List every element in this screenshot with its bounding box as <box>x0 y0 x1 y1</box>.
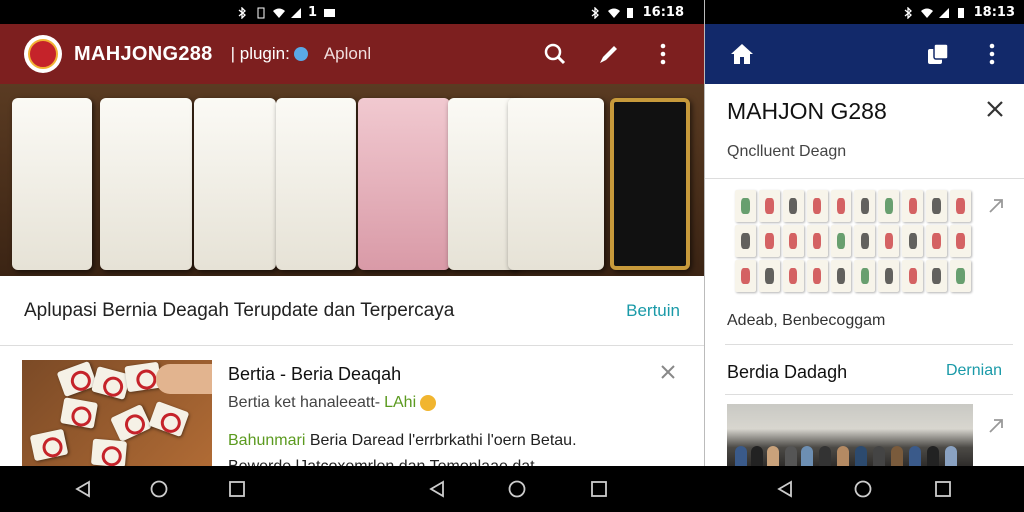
app-bar: MAHJONG288 | plugin: Aplonl <box>0 24 704 84</box>
card-meta-text: Bertia ket hanaleeatt- <box>228 394 381 411</box>
wifi-icon <box>272 7 285 18</box>
hero-tile <box>358 98 450 270</box>
vibrate-icon <box>254 7 266 19</box>
share-icon[interactable] <box>988 418 1004 439</box>
search-icon[interactable] <box>542 41 568 67</box>
recents-icon[interactable] <box>228 480 248 500</box>
wifi-icon <box>920 7 933 18</box>
status-time: 16:18 <box>642 4 684 20</box>
app-title: MAHJONG288 <box>74 42 213 65</box>
card-body-lead: Bahunmari <box>228 432 306 449</box>
status-time: 18:13 <box>973 4 1015 20</box>
hero-mahjong-image <box>0 84 704 276</box>
recents-icon[interactable] <box>934 480 954 500</box>
card-title[interactable]: Bertia - Beria Deaqah <box>228 364 401 385</box>
hero-tile <box>100 98 192 270</box>
news-card[interactable]: Bertia - Beria Deaqah Bertia ket hanalee… <box>22 360 682 475</box>
battery-icon <box>323 7 336 17</box>
headline-text: Aplupasi Bernia Deagah Terupdate dan Ter… <box>24 299 455 321</box>
card-meta-source: LAhi <box>384 394 417 411</box>
plugin-status-icon <box>293 47 308 61</box>
mahjong-tiles-image <box>735 190 971 292</box>
hero-tile <box>508 98 604 270</box>
bluetooth-icon <box>589 6 601 20</box>
back-icon[interactable] <box>74 480 94 500</box>
side-title: MAHJON G288 <box>727 98 887 124</box>
side-section-link[interactable]: Dernian <box>946 362 1002 380</box>
divider <box>725 344 1013 345</box>
status-bar-center: 16:18 <box>560 0 704 24</box>
hero-tile <box>610 98 690 270</box>
home-circle-icon[interactable] <box>150 480 170 500</box>
cards-icon[interactable] <box>925 41 951 67</box>
side-panel: 18:13 MAHJON G288 Qnclluent Deagn Adeab,… <box>704 0 1024 466</box>
battery-icon <box>625 7 637 18</box>
status-time: 1 <box>308 4 318 20</box>
hero-tile <box>194 98 276 270</box>
plugin-label: | plugin: <box>230 44 290 63</box>
side-app-bar <box>705 24 1024 84</box>
bluetooth-icon <box>236 6 248 20</box>
system-nav-bar <box>0 466 1024 512</box>
coin-icon <box>420 395 437 411</box>
back-icon[interactable] <box>776 480 796 500</box>
more-vert-icon[interactable] <box>979 41 1005 67</box>
home-circle-icon[interactable] <box>854 480 874 500</box>
hero-tile <box>276 98 356 270</box>
card-body-text: Beria Daread l'errbrkathi l'oern Betau. <box>305 432 577 449</box>
headline-row: Aplupasi Bernia Deagah Terupdate dan Ter… <box>0 276 704 346</box>
side-subtitle: Qnclluent Deagn <box>727 143 847 160</box>
app-logo[interactable] <box>24 35 62 73</box>
divider <box>705 178 1024 179</box>
recents-icon[interactable] <box>590 480 610 500</box>
screen: 1 16:18 MAHJONG288 | plugin: Aplonl Aplu… <box>0 0 1024 512</box>
back-icon[interactable] <box>428 480 448 500</box>
edit-pen-icon[interactable] <box>596 41 622 67</box>
side-section-title: Berdia Dadagh <box>727 362 848 382</box>
divider <box>725 394 1013 395</box>
home-icon[interactable] <box>729 41 755 67</box>
side-caption: Adeab, Benbecoggam <box>727 312 886 329</box>
card-meta: Bertia ket hanaleeatt- LAhi <box>228 394 437 412</box>
signal-icon <box>290 7 302 18</box>
bluetooth-icon <box>902 6 914 20</box>
signal-icon <box>938 7 950 18</box>
home-circle-icon[interactable] <box>508 480 528 500</box>
close-icon[interactable] <box>660 364 676 385</box>
event-photo <box>727 404 973 466</box>
wifi-icon <box>607 7 620 18</box>
share-icon[interactable] <box>988 198 1004 219</box>
card-thumbnail <box>22 360 212 466</box>
main-panel: 1 16:18 MAHJONG288 | plugin: Aplonl Aplu… <box>0 0 704 475</box>
headline-link[interactable]: Bertuin <box>626 301 680 321</box>
close-icon[interactable] <box>986 100 1004 123</box>
battery-icon <box>956 7 968 18</box>
status-bar-right: 18:13 <box>705 0 1024 24</box>
app-label[interactable]: Aplonl <box>324 44 371 64</box>
more-vert-icon[interactable] <box>650 41 676 67</box>
hero-tile <box>12 98 92 270</box>
